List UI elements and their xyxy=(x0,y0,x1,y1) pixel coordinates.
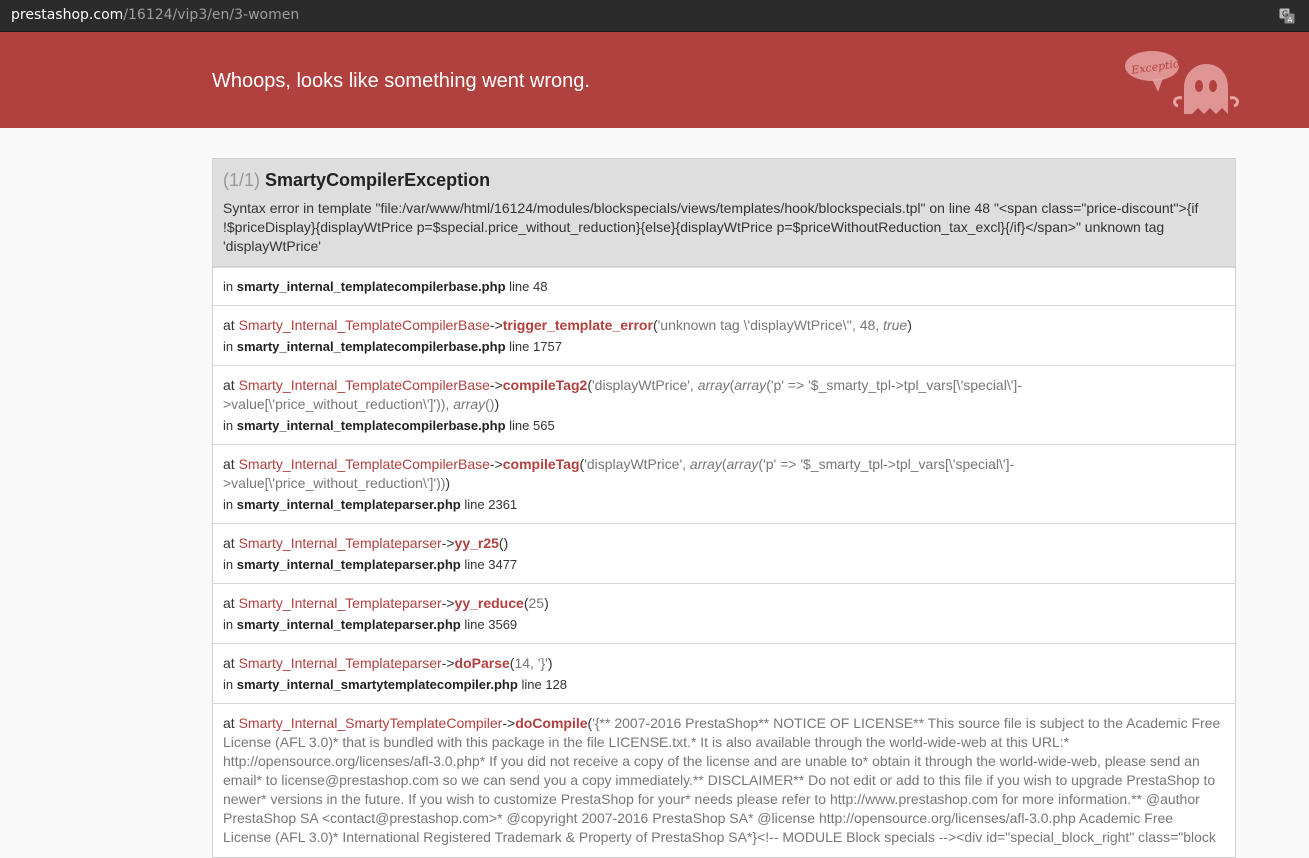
frame-call: at Smarty_Internal_TemplateCompilerBase-… xyxy=(223,317,912,333)
frame-args: 14, '}' xyxy=(514,655,548,671)
trace-frame: at Smarty_Internal_TemplateCompilerBase-… xyxy=(213,444,1235,523)
url-host: prestashop.com xyxy=(11,7,124,23)
trace-frame: at Smarty_Internal_SmartyTemplateCompile… xyxy=(213,703,1235,857)
frame-location: in smarty_internal_smartytemplatecompile… xyxy=(223,677,568,692)
exception-count: (1/1) xyxy=(223,170,261,190)
page-title: Whoops, looks like something went wrong. xyxy=(212,70,590,92)
frame-call: at Smarty_Internal_SmartyTemplateCompile… xyxy=(223,715,1221,845)
frame-line: 128 xyxy=(545,677,568,692)
frame-class[interactable]: Smarty_Internal_TemplateCompilerBase xyxy=(239,456,490,472)
frame-method: compileTag2 xyxy=(502,377,588,393)
frame-args: 'unknown tag \'displayWtPrice\'', 48, tr… xyxy=(657,317,908,333)
frame-line: 565 xyxy=(533,418,555,433)
frame-file: smarty_internal_templatecompilerbase.php xyxy=(236,279,506,294)
trace-frame: at Smarty_Internal_TemplateCompilerBase-… xyxy=(213,305,1235,365)
url-path: /16124/vip3/en/3-women xyxy=(123,7,300,23)
trace-frame: at Smarty_Internal_Templateparser->doPar… xyxy=(213,643,1235,703)
frame-location: in smarty_internal_templatecompilerbase.… xyxy=(223,279,548,294)
ghost-exception-logo: Exception! xyxy=(1125,51,1239,114)
frame-location: in smarty_internal_templateparser.php li… xyxy=(223,497,518,512)
frame-args: 25 xyxy=(528,595,545,611)
trace-frame: at Smarty_Internal_Templateparser->yy_re… xyxy=(213,583,1235,643)
exception-title: (1/1) SmartyCompilerException xyxy=(223,168,1225,192)
frame-method: doCompile xyxy=(515,715,588,731)
browser-url-bar[interactable]: prestashop.com/16124/vip3/en/3-women G A xyxy=(0,0,1309,32)
frame-location: in smarty_internal_templatecompilerbase.… xyxy=(223,418,555,433)
frame-method: yy_reduce xyxy=(454,595,524,611)
frame-line: 3569 xyxy=(488,617,518,632)
svg-text:A: A xyxy=(1288,16,1293,24)
frame-call: at Smarty_Internal_Templateparser->doPar… xyxy=(223,655,553,671)
frame-call: at Smarty_Internal_TemplateCompilerBase-… xyxy=(223,377,1022,412)
frame-method: compileTag xyxy=(502,456,580,472)
frame-class[interactable]: Smarty_Internal_TemplateCompilerBase xyxy=(239,377,490,393)
url-text[interactable]: prestashop.com/16124/vip3/en/3-women xyxy=(11,7,299,23)
frame-method: yy_r25 xyxy=(454,535,499,551)
frame-file: smarty_internal_templateparser.php xyxy=(236,497,461,512)
translate-icon[interactable]: G A xyxy=(1279,8,1295,24)
frame-method: trigger_template_error xyxy=(502,317,653,333)
frame-line: 48 xyxy=(533,279,548,294)
frame-method: doParse xyxy=(454,655,510,671)
frame-line: 2361 xyxy=(488,497,518,512)
frame-class[interactable]: Smarty_Internal_TemplateCompilerBase xyxy=(239,317,490,333)
trace-frame: at Smarty_Internal_TemplateCompilerBase-… xyxy=(213,365,1235,444)
frame-call: at Smarty_Internal_Templateparser->yy_re… xyxy=(223,595,549,611)
frame-file: smarty_internal_templateparser.php xyxy=(236,557,461,572)
frame-args: '{** 2007-2016 PrestaShop** NOTICE OF LI… xyxy=(223,715,1221,845)
frame-line: 1757 xyxy=(533,339,562,354)
frame-file: smarty_internal_smartytemplatecompiler.p… xyxy=(236,677,518,692)
trace-frame: in smarty_internal_templatecompilerbase.… xyxy=(213,267,1235,305)
frame-location: in smarty_internal_templateparser.php li… xyxy=(223,617,518,632)
exception-panel: (1/1) SmartyCompilerException Syntax err… xyxy=(212,158,1236,858)
frame-class[interactable]: Smarty_Internal_Templateparser xyxy=(239,595,442,611)
frame-class[interactable]: Smarty_Internal_Templateparser xyxy=(239,535,442,551)
exception-class: SmartyCompilerException xyxy=(265,170,491,190)
exception-summary: (1/1) SmartyCompilerException Syntax err… xyxy=(213,159,1235,267)
frame-file: smarty_internal_templatecompilerbase.php xyxy=(236,418,506,433)
frame-file: smarty_internal_templatecompilerbase.php xyxy=(236,339,506,354)
frame-location: in smarty_internal_templateparser.php li… xyxy=(223,557,518,572)
frame-line: 3477 xyxy=(488,557,518,572)
frame-call: at Smarty_Internal_Templateparser->yy_r2… xyxy=(223,535,509,551)
exception-message: Syntax error in template "file:/var/www/… xyxy=(223,200,1199,254)
frame-class[interactable]: Smarty_Internal_SmartyTemplateCompiler xyxy=(239,715,503,731)
trace-frame: at Smarty_Internal_Templateparser->yy_r2… xyxy=(213,523,1235,583)
error-header: Whoops, looks like something went wrong.… xyxy=(0,32,1309,128)
frame-location: in smarty_internal_templatecompilerbase.… xyxy=(223,339,562,354)
frame-file: smarty_internal_templateparser.php xyxy=(236,617,461,632)
frame-class[interactable]: Smarty_Internal_Templateparser xyxy=(239,655,442,671)
frame-call: at Smarty_Internal_TemplateCompilerBase-… xyxy=(223,456,1015,491)
